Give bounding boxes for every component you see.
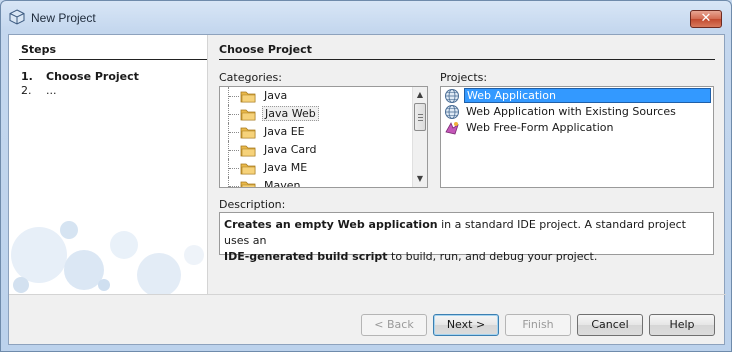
tree-line bbox=[228, 141, 239, 159]
scroll-thumb[interactable] bbox=[414, 103, 426, 131]
button-bar-divider bbox=[9, 294, 726, 295]
close-button[interactable]: ✕ bbox=[690, 10, 722, 28]
next-button[interactable]: Next > bbox=[433, 314, 499, 336]
category-item[interactable]: Java ME bbox=[220, 159, 410, 177]
tree-line bbox=[228, 123, 239, 141]
folder-icon bbox=[240, 145, 256, 157]
netbeans-cube-icon bbox=[9, 9, 25, 25]
category-item[interactable]: Maven bbox=[220, 177, 410, 188]
step-item: 1. Choose Project bbox=[21, 70, 139, 83]
folder-icon bbox=[240, 109, 256, 121]
steps-title: Steps bbox=[21, 43, 57, 56]
folder-icon bbox=[240, 163, 256, 175]
decorative-bubbles bbox=[11, 221, 204, 294]
tree-line bbox=[228, 87, 239, 105]
category-label: Java bbox=[264, 89, 288, 102]
description-label: Description: bbox=[219, 198, 286, 211]
new-project-window: New Project ✕ Steps 1. Choose Project 2.… bbox=[0, 0, 732, 352]
steps-divider bbox=[19, 59, 207, 60]
project-label: Web Free-Form Application bbox=[466, 121, 614, 134]
categories-scrollbar[interactable]: ▲ ▼ bbox=[412, 87, 427, 187]
freeform-icon bbox=[445, 122, 459, 135]
step-label: ... bbox=[46, 84, 57, 97]
folder-icon bbox=[240, 181, 256, 187]
dialog-body: Steps 1. Choose Project 2.... Choose Proj… bbox=[8, 34, 726, 345]
description-bold-1: Creates an empty Web application bbox=[224, 218, 438, 231]
category-label: Java ME bbox=[264, 161, 308, 174]
content-title: Choose Project bbox=[219, 43, 312, 56]
category-label: Java EE bbox=[264, 125, 305, 138]
category-item[interactable]: Java Web bbox=[220, 105, 410, 123]
project-label: Web Application with Existing Sources bbox=[466, 105, 676, 118]
folder-icon bbox=[240, 127, 256, 139]
project-item[interactable]: Web Application with Existing Sources bbox=[442, 104, 712, 120]
cancel-button[interactable]: Cancel bbox=[577, 314, 643, 336]
globe-icon bbox=[445, 89, 459, 103]
content-divider bbox=[219, 59, 715, 60]
finish-button[interactable]: Finish bbox=[505, 314, 571, 336]
category-label: Maven bbox=[264, 179, 301, 188]
title-bar[interactable]: New Project ✕ bbox=[1, 1, 731, 35]
description-bold-2: IDE-generated build script bbox=[224, 250, 388, 263]
category-label: Java Web bbox=[262, 106, 319, 121]
help-button[interactable]: Help bbox=[649, 314, 715, 336]
step-number: 1. bbox=[21, 70, 33, 83]
step-item: 2.... bbox=[21, 84, 57, 97]
category-item[interactable]: Java bbox=[220, 87, 410, 105]
category-item[interactable]: Java Card bbox=[220, 141, 410, 159]
globe-icon bbox=[445, 105, 459, 119]
categories-list[interactable]: Java Java Web Java EE Java Card Java ME Maven… bbox=[219, 86, 428, 188]
projects-list[interactable]: Web Application Web Application with Exis… bbox=[440, 86, 714, 188]
project-item[interactable]: Web Application bbox=[442, 88, 712, 104]
description-box: Creates an empty Web application in a st… bbox=[219, 212, 714, 263]
back-button[interactable]: < Back bbox=[361, 314, 427, 336]
folder-icon bbox=[240, 91, 256, 103]
category-item[interactable]: Java EE bbox=[220, 123, 410, 141]
steps-panel: Steps 1. Choose Project 2.... bbox=[9, 35, 208, 294]
scroll-down-icon[interactable]: ▼ bbox=[413, 172, 427, 186]
tree-line bbox=[228, 177, 239, 187]
step-label: Choose Project bbox=[46, 70, 139, 83]
tree-line bbox=[228, 105, 239, 123]
close-icon: ✕ bbox=[700, 11, 712, 26]
window-title: New Project bbox=[31, 11, 96, 25]
category-label: Java Card bbox=[264, 143, 317, 156]
project-item[interactable]: Web Free-Form Application bbox=[442, 120, 712, 136]
description-text-2: to build, run, and debug your project. bbox=[387, 250, 598, 263]
scroll-up-icon[interactable]: ▲ bbox=[413, 88, 427, 102]
step-number: 2. bbox=[21, 84, 32, 97]
categories-label: Categories: bbox=[219, 71, 282, 84]
projects-label: Projects: bbox=[440, 71, 488, 84]
tree-line bbox=[228, 159, 239, 177]
project-label: Web Application bbox=[464, 88, 711, 103]
